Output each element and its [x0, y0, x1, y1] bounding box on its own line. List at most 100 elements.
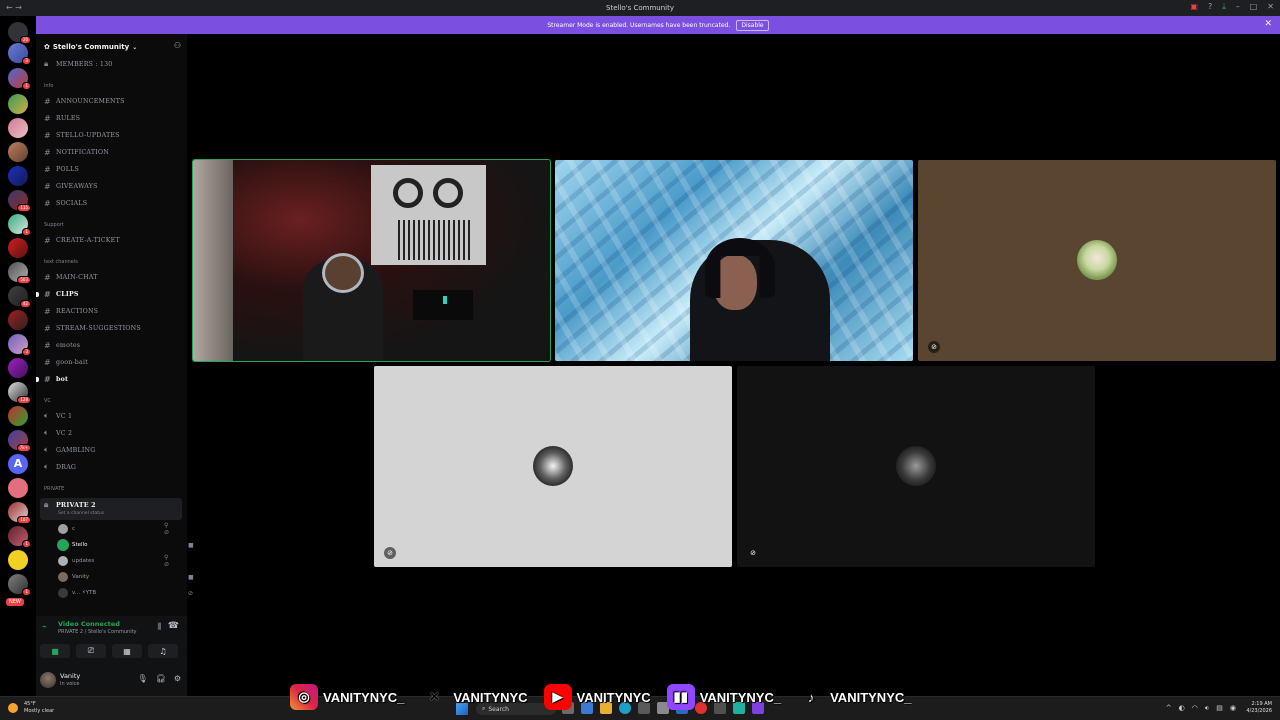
noise-suppression-icon[interactable]: ⫼ — [157, 622, 161, 632]
voice-channel-vc2[interactable]: 🔈︎ VC 2 — [44, 427, 72, 439]
category-text-channels[interactable]: text channels — [44, 259, 78, 265]
disable-streamer-mode-button[interactable]: Disable — [736, 19, 769, 31]
disconnect-icon[interactable]: ☎ — [168, 621, 179, 631]
server-icon[interactable] — [8, 478, 28, 498]
new-unreads-badge[interactable]: NEW — [6, 598, 24, 606]
server-icon[interactable]: 128 — [8, 382, 31, 404]
video-tile-avatar-only[interactable]: ⊘ — [918, 160, 1276, 361]
microphone-icon[interactable]: 🎙︎ — [138, 674, 148, 683]
server-icon[interactable]: 1 — [8, 68, 31, 90]
server-icon[interactable]: 107 — [8, 502, 31, 524]
camera-button[interactable]: ■ — [40, 644, 70, 658]
back-arrow-icon[interactable]: ← → — [6, 3, 22, 12]
voice-user[interactable]: c ⚲ ⊘ — [58, 522, 169, 536]
channel-stello-updates[interactable]: # STELLO-UPDATES — [44, 129, 120, 141]
video-tile-streamer[interactable] — [193, 160, 550, 361]
screen-share-button[interactable]: ⎚ — [76, 644, 106, 658]
channel-stream-suggestions[interactable]: # STREAM-SUGGESTIONS — [44, 322, 141, 334]
chevron-up-icon[interactable]: ^ — [1166, 704, 1172, 713]
server-icon[interactable] — [8, 550, 28, 570]
headphones-icon[interactable]: 🎧︎ — [156, 674, 166, 683]
channel-announcements[interactable]: # ANNOUNCEMENTS — [44, 95, 125, 107]
channel-polls[interactable]: # POLLS — [44, 163, 79, 175]
server-icon[interactable] — [8, 94, 28, 114]
tiktok-handle: VANITYNYC_ — [830, 689, 912, 705]
guild-header[interactable]: ✿ Stello's Community ⌄ ⚇ — [44, 41, 181, 53]
voice-user[interactable]: Vanity ■ — [58, 571, 194, 583]
voice-user[interactable]: updates ⚲ ⊘ — [58, 554, 169, 568]
gear-icon[interactable]: ⚙ — [174, 674, 181, 683]
wifi-icon[interactable]: ◠ — [1192, 704, 1198, 713]
add-user-icon[interactable]: ⚇ — [174, 41, 181, 50]
close-window-button[interactable]: ✕ — [1267, 2, 1274, 12]
category-support[interactable]: Support — [44, 222, 64, 228]
channel-rules[interactable]: # RULES — [44, 112, 80, 124]
voice-status-channel[interactable]: PRIVATE 2 / Stello's Community — [58, 629, 137, 635]
volume-icon[interactable]: 🔉︎ — [1205, 704, 1209, 713]
video-tile-user[interactable] — [555, 160, 913, 361]
discord-tray-icon[interactable]: ◉ — [1230, 704, 1236, 713]
server-icon[interactable]: 1 — [8, 574, 31, 596]
voice-channel-drag[interactable]: 🔈︎ DRAG — [44, 461, 76, 473]
voice-channel-gambling[interactable]: 🔈︎ GAMBLING — [44, 444, 95, 456]
category-private[interactable]: PRIVATE — [44, 486, 64, 492]
server-icon[interactable] — [8, 118, 28, 138]
channel-emotes[interactable]: # emotes — [44, 339, 80, 351]
server-icon[interactable] — [8, 142, 28, 162]
channel-clips[interactable]: # CLIPS — [44, 288, 79, 300]
soundboard-button[interactable]: ♫ — [148, 644, 178, 658]
members-count-channel[interactable]: 🔒︎ MEMBERS : 130 — [44, 58, 113, 70]
overlay-tiktok: ♪ VANITYNYC_ — [797, 684, 912, 710]
close-banner-icon[interactable]: ✕ — [1264, 19, 1272, 29]
server-icon[interactable]: 3 — [8, 334, 31, 356]
video-tile-avatar-only[interactable]: ⊘ — [737, 366, 1095, 567]
voice-channel-private2[interactable]: 🔒︎ PRIVATE 2 — [44, 499, 96, 511]
server-icon[interactable]: A — [8, 454, 28, 474]
voice-user[interactable]: Stello ■ — [58, 539, 194, 551]
activities-button[interactable]: ▦ — [112, 644, 142, 658]
voice-channel-vc1[interactable]: 🔈︎ VC 1 — [44, 410, 72, 422]
home-button[interactable]: 20 — [8, 22, 31, 44]
server-icon[interactable]: 1 — [8, 214, 31, 236]
channel-bot[interactable]: # bot — [44, 373, 68, 385]
signal-strength-icon[interactable]: ⌁ — [42, 622, 47, 631]
taskbar-clock[interactable]: 2:19 AM 4/23/2026 — [1246, 701, 1272, 715]
voice-user[interactable]: v... ⚡YTB ⊘ — [58, 587, 193, 599]
server-icon[interactable]: 7k+ — [8, 430, 31, 452]
channel-name: RULES — [56, 114, 81, 122]
server-icon[interactable]: 503 — [8, 262, 31, 284]
server-icon[interactable]: 115 — [8, 190, 31, 212]
channel-main-chat[interactable]: # MAIN-CHAT — [44, 271, 98, 283]
help-icon[interactable]: ? — [1208, 2, 1212, 12]
server-icon[interactable]: 1 — [8, 526, 31, 548]
channel-create-a-ticket[interactable]: # CREATE-A-TICKET — [44, 234, 120, 246]
server-icon[interactable]: 3 — [8, 43, 31, 65]
user-avatar[interactable] — [40, 672, 56, 688]
channel-name: REACTIONS — [56, 307, 99, 315]
channel-reactions[interactable]: # REACTIONS — [44, 305, 98, 317]
weather-widget[interactable]: 45°F Mostly clear — [8, 701, 54, 715]
server-icon[interactable] — [8, 406, 28, 426]
channel-giveaways[interactable]: # GIVEAWAYS — [44, 180, 98, 192]
user-name[interactable]: Vanity — [60, 672, 80, 680]
channel-notification[interactable]: # NOTIFICATION — [44, 146, 109, 158]
server-icon[interactable] — [8, 238, 28, 258]
category-vc[interactable]: VC — [44, 398, 51, 404]
server-icon[interactable] — [8, 166, 28, 186]
server-icon[interactable] — [8, 358, 28, 378]
channel-socials[interactable]: # SOCIALS — [44, 197, 87, 209]
video-tile-avatar-only[interactable]: ⊘ — [374, 366, 732, 567]
download-icon[interactable]: ⤓ — [1222, 2, 1226, 12]
minimize-button[interactable]: – — [1236, 2, 1240, 12]
speaker-icon: 🔈︎ — [44, 411, 49, 420]
channel-status-prompt[interactable]: Set a channel status — [58, 511, 104, 516]
channel-name: PRIVATE 2 — [56, 501, 96, 509]
tray-app-icon[interactable]: ◐ — [1179, 704, 1185, 713]
tray-app-icon[interactable]: ▤ — [1216, 704, 1223, 713]
category-info[interactable]: info — [44, 83, 53, 89]
maximize-button[interactable]: □ — [1250, 2, 1258, 12]
server-icon[interactable]: 42 — [8, 286, 31, 308]
server-icon[interactable] — [8, 310, 28, 330]
channel-goon-bait[interactable]: # goon-bait — [44, 356, 88, 368]
inbox-icon[interactable]: ▣ — [1190, 2, 1198, 12]
